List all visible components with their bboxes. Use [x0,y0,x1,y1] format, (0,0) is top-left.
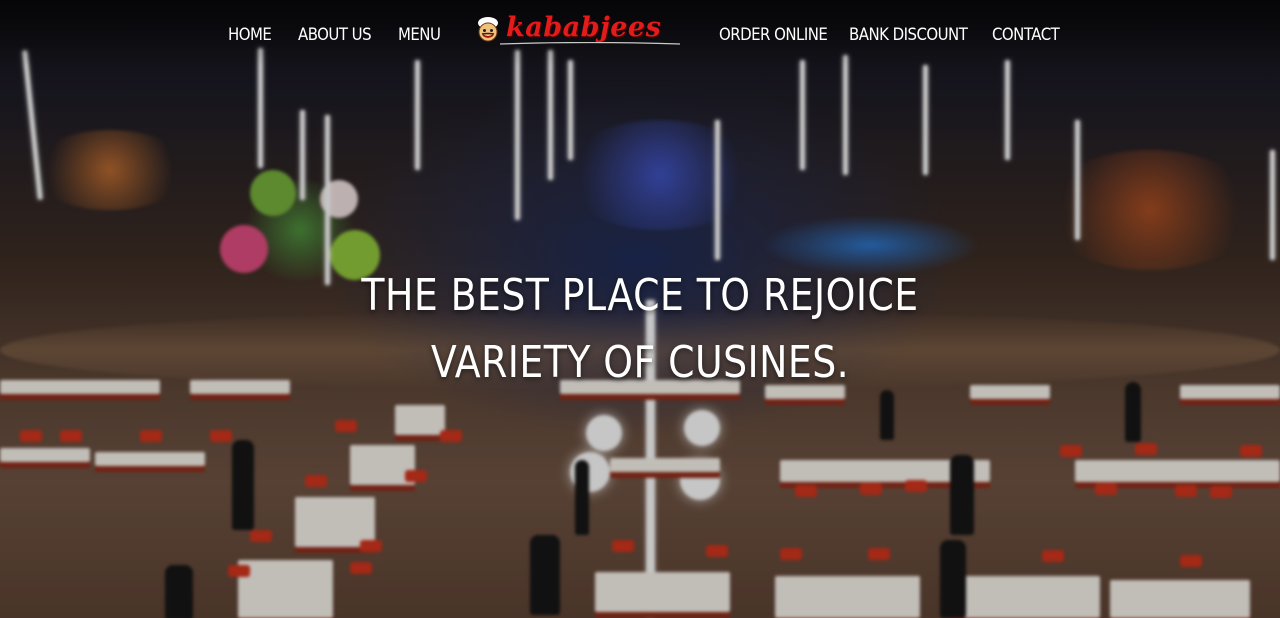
nav-contact[interactable]: CONTACT [992,22,1060,48]
brand-logo[interactable]: kababjees [470,12,686,52]
hero-headline-line1: THE BEST PLACE TO REJOICE [361,270,919,321]
top-navigation: HOME ABOUT US MENU kababjees ORDER ONLIN… [0,0,1280,66]
nav-menu[interactable]: MENU [398,22,441,48]
hero-headline-line2: VARIETY OF CUSINES. [430,337,850,388]
nav-bank-discount[interactable]: BANK DISCOUNT [849,22,968,48]
nav-home[interactable]: HOME [228,22,272,48]
logo-underline-swoosh [500,42,680,45]
logo-wordmark: kababjees [506,12,662,43]
nav-about-us[interactable]: ABOUT US [298,22,372,48]
nav-order-online[interactable]: ORDER ONLINE [719,22,828,48]
chef-mascot-icon [478,17,498,42]
